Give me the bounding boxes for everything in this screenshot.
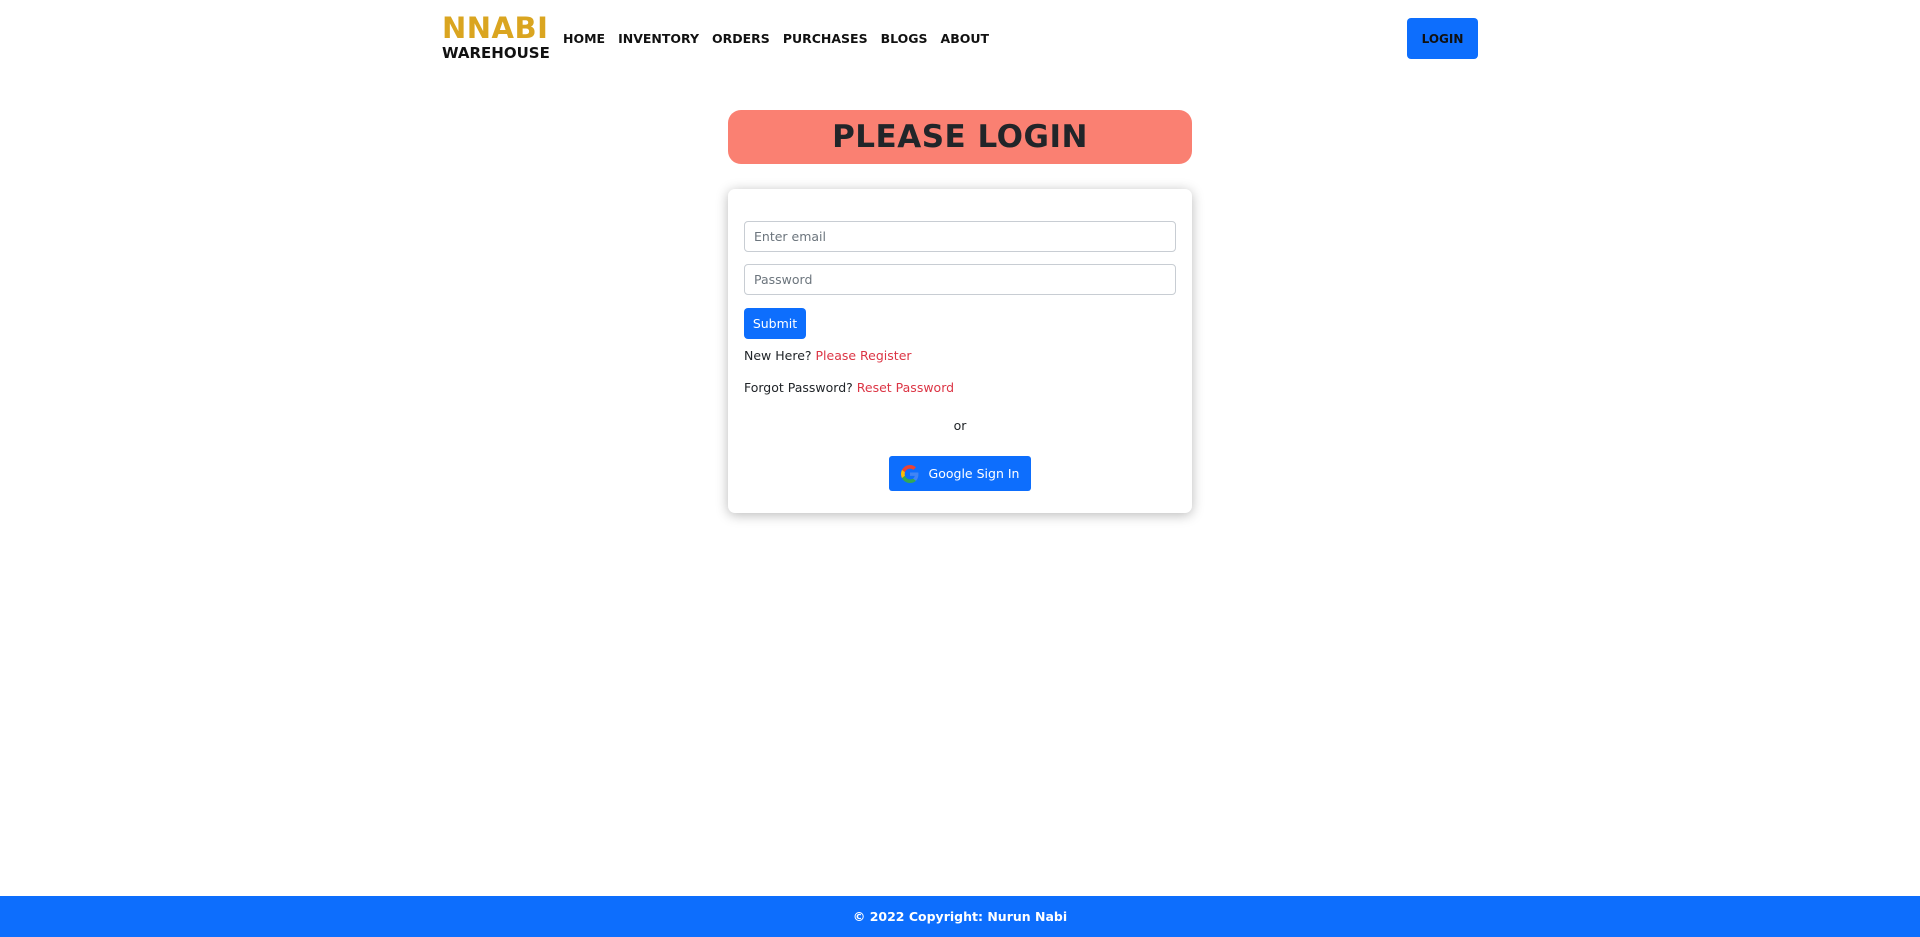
login-card: Submit New Here? Please Register Forgot … xyxy=(728,189,1192,513)
nav-blogs-link[interactable]: BLOGS xyxy=(881,31,928,46)
or-divider-text: or xyxy=(953,418,967,433)
nav-purchases-link[interactable]: PURCHASES xyxy=(783,31,868,46)
reset-password-link[interactable]: Reset Password xyxy=(857,380,954,395)
nav-home-link[interactable]: HOME xyxy=(563,31,605,46)
email-field[interactable] xyxy=(744,221,1176,252)
navbar: NNABI WAREHOUSE HOME INVENTORY ORDERS PU… xyxy=(0,0,1920,78)
google-sign-in-label: Google Sign In xyxy=(928,466,1020,481)
google-sign-in-button[interactable]: Google Sign In xyxy=(889,456,1031,491)
copyright-text: © 2022 Copyright: Nurun Nabi xyxy=(852,909,1068,924)
google-icon xyxy=(900,464,919,483)
password-field[interactable] xyxy=(744,264,1176,295)
brand-name: NNABI xyxy=(442,11,549,45)
brand-subtitle: WAREHOUSE xyxy=(442,44,550,62)
header-login-button[interactable]: LOGIN xyxy=(1407,18,1478,59)
reset-prompt-text: Forgot Password? xyxy=(744,380,853,395)
brand-logo[interactable]: NNABI WAREHOUSE xyxy=(442,14,550,61)
nav-about-link[interactable]: ABOUT xyxy=(941,31,990,46)
submit-button[interactable]: Submit xyxy=(744,308,806,339)
nav-orders-link[interactable]: ORDERS xyxy=(712,31,770,46)
nav-inventory-link[interactable]: INVENTORY xyxy=(618,31,699,46)
reset-prompt-line: Forgot Password? Reset Password xyxy=(744,380,954,395)
page-title: PLEASE LOGIN xyxy=(832,119,1088,155)
main-nav: HOME INVENTORY ORDERS PURCHASES BLOGS AB… xyxy=(563,31,989,46)
page-title-banner: PLEASE LOGIN xyxy=(728,110,1192,164)
register-prompt-text: New Here? xyxy=(744,348,812,363)
footer: © 2022 Copyright: Nurun Nabi xyxy=(0,896,1920,937)
register-prompt-line: New Here? Please Register xyxy=(744,348,912,363)
register-link[interactable]: Please Register xyxy=(816,348,912,363)
